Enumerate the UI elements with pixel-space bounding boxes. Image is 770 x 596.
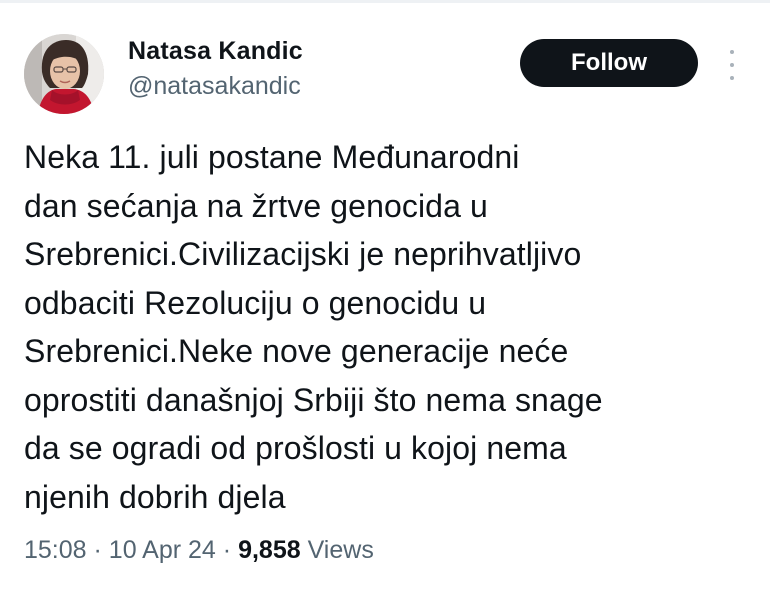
author-name[interactable]: Natasa Kandic xyxy=(128,37,303,66)
tweet-text-line: Neka 11. juli postane Međunarodni xyxy=(24,139,520,175)
follow-button[interactable]: Follow xyxy=(520,39,698,87)
more-vertical-icon[interactable] xyxy=(722,50,742,80)
tweet-text-line: Srebrenici.Neke nove generacije neće xyxy=(24,333,569,369)
avatar-photo xyxy=(24,34,104,114)
tweet-card: Natasa Kandic @natasakandic Follow Neka … xyxy=(0,0,770,596)
views-count[interactable]: 9,858 xyxy=(238,536,301,564)
tweet-meta: 15:08 · 10 Apr 24 · 9,858 Views xyxy=(24,536,374,565)
tweet-text-line: dan sećanja na žrtve genocida u xyxy=(24,187,488,224)
avatar[interactable] xyxy=(24,34,104,114)
tweet-text-line: da se ogradi od prošlosti u kojoj nema xyxy=(24,430,567,466)
tweet-text-line: odbaciti Rezoluciju o genocidu u xyxy=(24,284,487,321)
top-divider xyxy=(0,0,770,3)
more-dot xyxy=(730,76,734,80)
meta-separator: · xyxy=(222,536,232,564)
tweet-text-line: oprostiti današnjoj Srbiji što nema snag… xyxy=(24,381,603,418)
tweet-text-line: njenih dobrih djela xyxy=(24,478,286,515)
tweet-time[interactable]: 15:08 xyxy=(24,536,87,564)
tweet-text: Neka 11. juli postane Međunarodni dan se… xyxy=(24,133,724,521)
more-dot xyxy=(730,50,734,54)
tweet-text-line: Srebrenici.Civilizacijski je neprihvatlj… xyxy=(24,236,582,272)
views-label: Views xyxy=(307,536,374,564)
tweet-date[interactable]: 10 Apr 24 xyxy=(109,536,216,564)
author-handle[interactable]: @natasakandic xyxy=(128,72,301,101)
meta-separator: · xyxy=(93,536,102,564)
more-dot xyxy=(730,63,734,67)
